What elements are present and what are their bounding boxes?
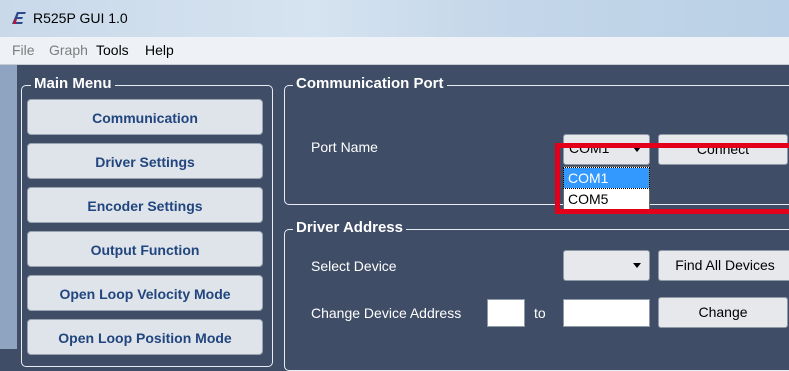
menu-help[interactable]: Help (145, 42, 174, 58)
window-edge (0, 65, 17, 349)
communication-button[interactable]: Communication (27, 99, 263, 135)
menu-graph[interactable]: Graph (49, 42, 88, 58)
device-address-to-input[interactable] (563, 299, 650, 327)
window-title: R525P GUI 1.0 (33, 10, 128, 26)
menu-tools[interactable]: Tools (96, 42, 129, 58)
highlight-box (555, 143, 789, 214)
to-label: to (534, 305, 546, 321)
change-address-button[interactable]: Change (658, 297, 788, 328)
chevron-down-icon[interactable] (633, 263, 641, 268)
open-loop-velocity-button[interactable]: Open Loop Velocity Mode (27, 275, 263, 311)
communication-port-title: Communication Port (293, 75, 447, 92)
device-address-from-input[interactable] (487, 299, 525, 327)
port-name-label: Port Name (311, 139, 378, 155)
menu-file[interactable]: File (12, 42, 35, 58)
select-device-select[interactable] (563, 250, 650, 281)
find-all-devices-button[interactable]: Find All Devices (658, 250, 789, 281)
select-device-label: Select Device (311, 258, 397, 274)
change-address-label: Change Device Address (311, 305, 462, 321)
open-loop-position-button[interactable]: Open Loop Position Mode (27, 319, 263, 355)
driver-address-title: Driver Address (293, 219, 406, 236)
app-logo-icon (12, 12, 26, 24)
menu-bar: File Graph Tools Help (0, 37, 789, 65)
encoder-settings-button[interactable]: Encoder Settings (27, 187, 263, 223)
title-bar: R525P GUI 1.0 (0, 0, 789, 37)
driver-settings-button[interactable]: Driver Settings (27, 143, 263, 179)
output-function-button[interactable]: Output Function (27, 231, 263, 267)
main-menu-title: Main Menu (31, 75, 115, 92)
